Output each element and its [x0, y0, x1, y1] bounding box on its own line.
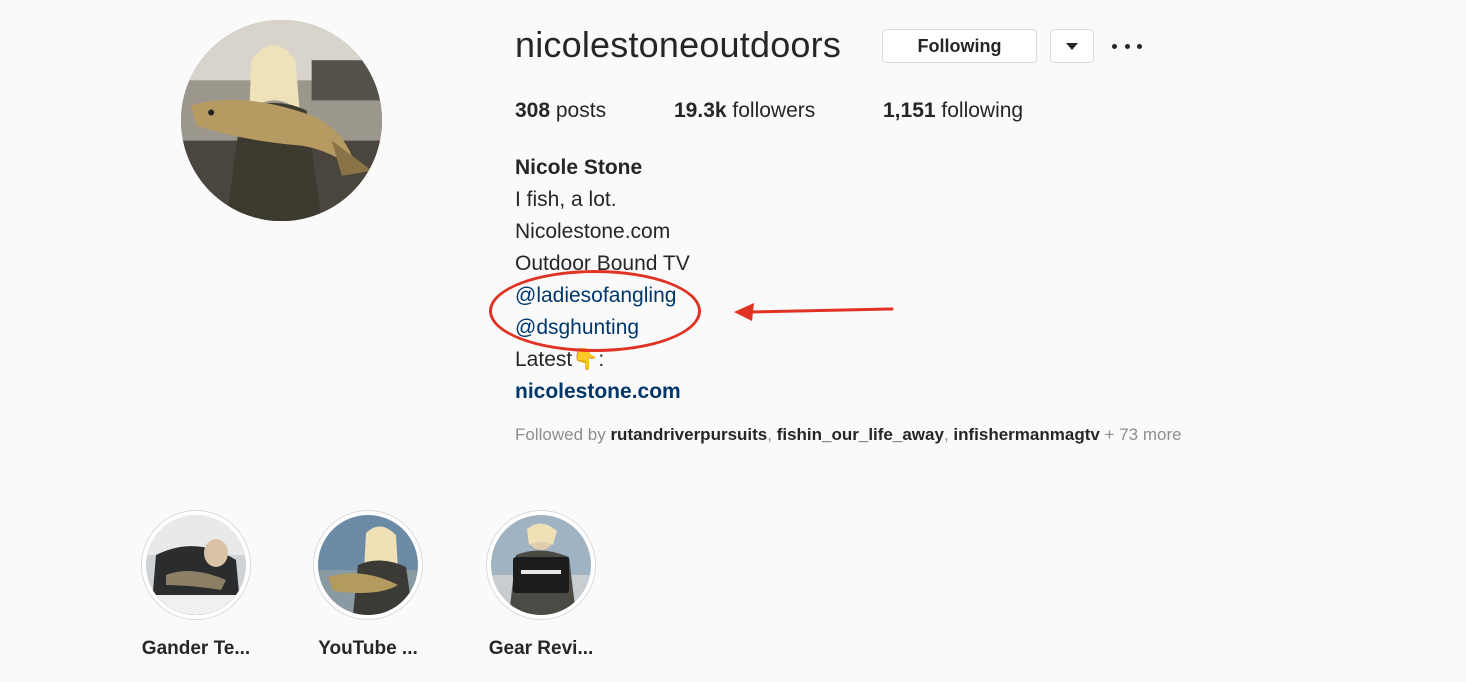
- highlight-label: YouTube ...: [318, 638, 418, 659]
- followers-count: 19.3k: [674, 99, 727, 122]
- highlight-ring: [141, 510, 251, 620]
- story-highlight[interactable]: Gear Revi...: [466, 510, 616, 660]
- highlight-ring: [486, 510, 596, 620]
- highlight-label: Gear Revi...: [488, 638, 594, 659]
- dot-icon: [1137, 43, 1142, 49]
- followed-by-separator: ,: [767, 425, 777, 444]
- followed-by-prefix: Followed by: [515, 425, 611, 444]
- following-stat[interactable]: 1,151 following: [883, 99, 1023, 123]
- followed-by-user[interactable]: fishin_our_life_away: [777, 425, 944, 444]
- story-highlight[interactable]: YouTube ...: [293, 510, 443, 660]
- followed-by-separator: ,: [943, 425, 954, 444]
- followed-by: Followed by rutandriverpursuits, fishin_…: [515, 425, 1182, 445]
- annotation-arrow-icon: [734, 303, 894, 321]
- bio-latest-text: Latest: [515, 348, 573, 371]
- posts-label: posts: [550, 99, 607, 122]
- story-highlight[interactable]: Gander Te...: [121, 510, 271, 660]
- bio-website-link[interactable]: nicolestone.com: [515, 376, 690, 408]
- dot-icon: [1112, 43, 1117, 49]
- bio-line: I fish, a lot.: [515, 188, 617, 211]
- following-count: 1,151: [883, 99, 936, 122]
- caret-down-icon: [1066, 42, 1078, 50]
- dot-icon: [1124, 43, 1130, 49]
- highlight-cover: [491, 515, 591, 615]
- posts-count: 308: [515, 99, 551, 122]
- annotation-circle: [489, 270, 701, 352]
- followers-stat[interactable]: 19.3k followers: [674, 99, 815, 123]
- followed-by-more[interactable]: + 73 more: [1100, 425, 1182, 444]
- followed-by-user[interactable]: rutandriverpursuits: [610, 425, 767, 444]
- highlight-ring: [313, 510, 423, 620]
- followers-label: followers: [726, 99, 816, 122]
- following-label: following: [935, 99, 1024, 122]
- following-button[interactable]: Following: [882, 29, 1037, 63]
- highlight-cover: [318, 515, 418, 615]
- more-options-button[interactable]: [1112, 34, 1142, 58]
- profile-avatar[interactable]: [181, 20, 382, 221]
- profile-username: nicolestoneoutdoors: [515, 24, 842, 65]
- highlight-cover: [146, 515, 246, 615]
- posts-stat: 308 posts: [515, 99, 606, 123]
- profile-full-name: Nicole Stone: [515, 156, 643, 179]
- followed-by-user[interactable]: infishermanmagtv: [953, 425, 1099, 444]
- avatar-photo: [181, 20, 382, 221]
- profile-page: nicolestoneoutdoors Following 308 posts …: [0, 0, 1466, 682]
- bio-line: Nicolestone.com: [515, 220, 671, 243]
- suggested-dropdown-button[interactable]: [1050, 29, 1094, 63]
- highlight-label: Gander Te...: [141, 638, 251, 659]
